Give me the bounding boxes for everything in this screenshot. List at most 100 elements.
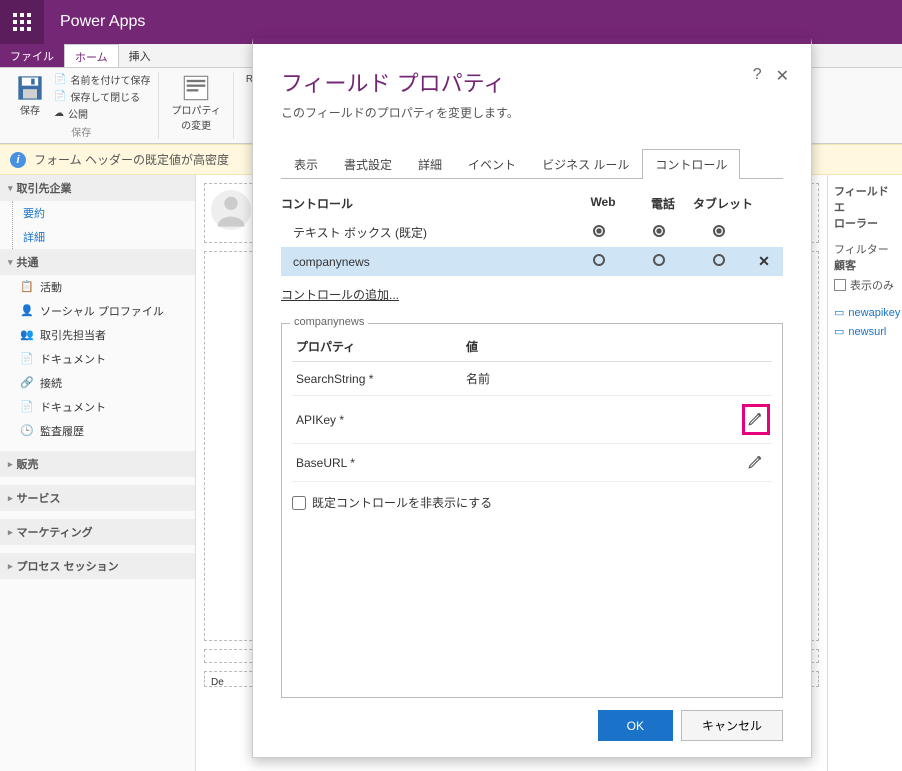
filter-label: フィルター xyxy=(834,244,889,256)
save-button[interactable]: 保存 xyxy=(12,72,48,119)
col-tablet: タブレット xyxy=(693,195,753,212)
publish-button[interactable]: ☁公開 xyxy=(54,106,150,121)
prop-value: 名前 xyxy=(466,370,744,387)
control-name: companynews xyxy=(285,255,569,269)
field-properties-dialog: ? ✕ フィールド プロパティ このフィールドのプロパティを変更します。 表示 … xyxy=(252,38,812,758)
document-icon: 📄 xyxy=(20,352,34,366)
app-launcher-button[interactable] xyxy=(0,0,44,44)
field-icon: ▭ xyxy=(834,306,844,319)
tab-bizrule[interactable]: ビジネス ルール xyxy=(529,149,642,179)
nav-item-detail[interactable]: 詳細 xyxy=(13,225,195,249)
person-icon xyxy=(211,190,251,230)
activity-icon: 📋 xyxy=(20,280,34,294)
save-icon xyxy=(16,74,44,102)
prop-row-searchstring: SearchString * 名前 xyxy=(292,362,772,396)
cancel-button[interactable]: キャンセル xyxy=(681,710,783,741)
section-de-label: De xyxy=(211,677,224,688)
control-row-textbox[interactable]: テキスト ボックス (既定) xyxy=(281,218,783,247)
control-name: テキスト ボックス (既定) xyxy=(285,224,569,241)
properties-icon xyxy=(182,74,210,102)
properties-box: companynews プロパティ 値 SearchString * 名前 AP… xyxy=(281,323,783,698)
save-close-button[interactable]: 📄保存して閉じる xyxy=(54,89,150,104)
ribbon-group-properties: プロパティ の変更 xyxy=(159,72,233,139)
ribbon-group-save: 保存 📄名前を付けて保存 📄保存して閉じる ☁公開 保存 xyxy=(4,72,159,139)
history-icon: 🕒 xyxy=(20,424,34,438)
dialog-tabs: 表示 書式設定 詳細 イベント ビジネス ルール コントロール xyxy=(281,149,783,179)
controls-table: コントロール Web 電話 タブレット テキスト ボックス (既定) compa… xyxy=(281,189,783,305)
col-control: コントロール xyxy=(281,195,573,212)
document-icon: 📄 xyxy=(20,400,34,414)
pencil-icon xyxy=(747,409,765,427)
waffle-icon xyxy=(13,13,31,31)
radio-web-companynews[interactable] xyxy=(593,254,605,266)
nav-section-service[interactable]: サービス xyxy=(0,485,195,511)
save-label: 保存 xyxy=(20,102,40,117)
radio-tablet-companynews[interactable] xyxy=(713,254,725,266)
cloud-icon: ☁ xyxy=(54,108,64,119)
field-explorer: フィールド エ ローラー フィルター 顧客 表示のみ ▭newapikey ▭n… xyxy=(827,175,902,771)
field-icon: ▭ xyxy=(834,325,844,338)
nav-item-social[interactable]: 👤ソーシャル プロファイル xyxy=(0,299,195,323)
prop-header-name: プロパティ xyxy=(296,338,466,355)
nav-item-activity[interactable]: 📋活動 xyxy=(0,275,195,299)
field-item-newapikey[interactable]: ▭newapikey xyxy=(834,303,896,322)
tab-format[interactable]: 書式設定 xyxy=(331,149,405,179)
app-title: Power Apps xyxy=(44,13,145,31)
tab-insert[interactable]: 挿入 xyxy=(119,44,161,67)
show-only-checkbox[interactable] xyxy=(834,279,846,291)
prop-header-value: 値 xyxy=(466,338,768,355)
prop-name: BaseURL * xyxy=(296,456,466,470)
col-phone: 電話 xyxy=(633,195,693,212)
tab-event[interactable]: イベント xyxy=(455,149,529,179)
prop-row-baseurl: BaseURL * xyxy=(292,444,772,482)
col-web: Web xyxy=(573,195,633,212)
nav-item-audit[interactable]: 🕒監査履歴 xyxy=(0,419,195,443)
left-nav: 取引先企業 要約 詳細 共通 📋活動 👤ソーシャル プロファイル 👥取引先担当者… xyxy=(0,175,196,771)
nav-section-account[interactable]: 取引先企業 xyxy=(0,175,195,201)
add-control-link[interactable]: コントロールの追加... xyxy=(281,284,783,305)
nav-item-summary[interactable]: 要約 xyxy=(13,201,195,225)
contacts-icon: 👥 xyxy=(20,328,34,342)
avatar-placeholder xyxy=(211,190,251,230)
prop-name: SearchString * xyxy=(296,372,466,386)
nav-item-connections[interactable]: 🔗接続 xyxy=(0,371,195,395)
prop-row-apikey: APIKey * xyxy=(292,396,772,444)
doc-icon: 📄 xyxy=(54,91,66,102)
close-button[interactable]: ✕ xyxy=(776,66,789,86)
nav-item-contacts[interactable]: 👥取引先担当者 xyxy=(0,323,195,347)
pencil-icon xyxy=(747,452,765,470)
edit-baseurl-button[interactable] xyxy=(747,452,765,473)
hide-default-checkbox[interactable] xyxy=(292,496,306,510)
properties-change-button[interactable]: プロパティ の変更 xyxy=(167,72,224,134)
radio-tablet-textbox[interactable] xyxy=(713,225,725,237)
field-explorer-header: フィールド エ ローラー xyxy=(834,183,896,231)
control-row-companynews[interactable]: companynews ✕ xyxy=(281,247,783,276)
field-item-newsurl[interactable]: ▭newsurl xyxy=(834,322,896,341)
radio-phone-textbox[interactable] xyxy=(653,225,665,237)
tab-file[interactable]: ファイル xyxy=(0,44,64,67)
radio-phone-companynews[interactable] xyxy=(653,254,665,266)
nav-section-common[interactable]: 共通 xyxy=(0,249,195,275)
info-text: フォーム ヘッダーの既定値が高密度 xyxy=(34,151,229,168)
nav-section-sales[interactable]: 販売 xyxy=(0,451,195,477)
radio-web-textbox[interactable] xyxy=(593,225,605,237)
nav-item-docs2[interactable]: 📄ドキュメント xyxy=(0,395,195,419)
dialog-footer: OK キャンセル xyxy=(281,710,783,741)
tab-detail[interactable]: 詳細 xyxy=(405,149,455,179)
properties-box-legend: companynews xyxy=(290,316,368,328)
prop-name: APIKey * xyxy=(296,413,466,427)
doc-icon: 📄 xyxy=(54,74,66,85)
info-icon: i xyxy=(10,152,26,168)
tab-home[interactable]: ホーム xyxy=(64,44,119,67)
nav-item-docs[interactable]: 📄ドキュメント xyxy=(0,347,195,371)
ok-button[interactable]: OK xyxy=(598,710,673,741)
nav-section-process[interactable]: プロセス セッション xyxy=(0,553,195,579)
tab-control[interactable]: コントロール xyxy=(642,149,740,179)
edit-apikey-button[interactable] xyxy=(742,404,770,435)
save-as-button[interactable]: 📄名前を付けて保存 xyxy=(54,72,150,87)
remove-control-button[interactable]: ✕ xyxy=(749,253,779,270)
tab-display[interactable]: 表示 xyxy=(281,149,331,179)
profile-icon: 👤 xyxy=(20,304,34,318)
help-button[interactable]: ? xyxy=(753,66,762,86)
nav-section-marketing[interactable]: マーケティング xyxy=(0,519,195,545)
